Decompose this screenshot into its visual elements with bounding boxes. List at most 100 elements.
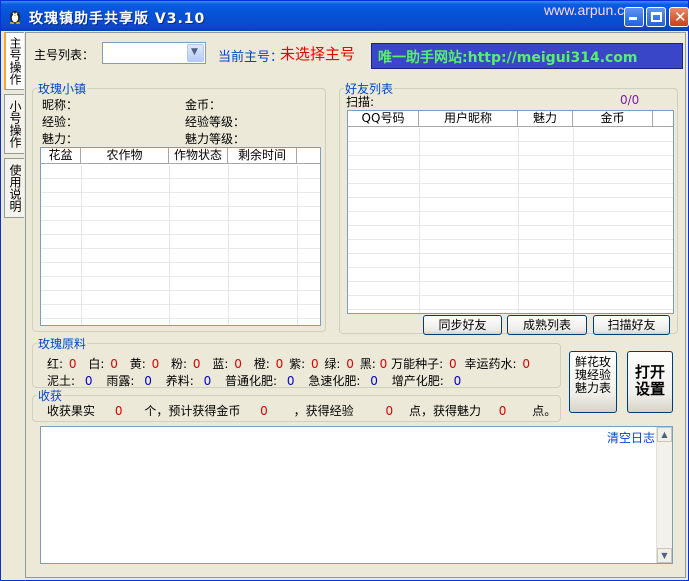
- column-header-status[interactable]: 作物状态: [169, 148, 228, 163]
- scroll-down-button[interactable]: ▼: [657, 548, 672, 563]
- maximize-icon: [651, 12, 662, 22]
- material-purple-label: 紫:: [289, 357, 306, 371]
- log-scrollbar[interactable]: ▲ ▼: [656, 427, 672, 563]
- material-red-label: 红:: [47, 357, 64, 371]
- open-settings-button[interactable]: 打开设置: [627, 351, 673, 413]
- rapid-fertilizer-value: 0: [370, 374, 378, 388]
- scan-label: 扫描:: [346, 95, 375, 109]
- scan-friends-button[interactable]: 扫描好友: [593, 315, 670, 335]
- tab-instructions[interactable]: 使用说明: [4, 158, 24, 218]
- material-red-value: 0: [68, 357, 77, 371]
- tab-sub-account-label: 小号操作: [8, 100, 22, 148]
- current-main-label: 当前主号：: [218, 50, 284, 65]
- column-header-charm[interactable]: 魅力: [518, 111, 573, 126]
- universal-seed-value: 0: [448, 357, 457, 371]
- material-pink-value: 0: [192, 357, 201, 371]
- material-blue-value: 0: [234, 357, 242, 371]
- crop-table-header: 花盆 农作物 作物状态 剩余时间: [41, 148, 320, 164]
- material-black-label: 黑:: [359, 357, 376, 371]
- column-header-remaining-time[interactable]: 剩余时间: [228, 148, 297, 163]
- lucky-potion-label: 幸运药水:: [464, 357, 517, 371]
- app-window: 玫瑰镇助手共享版 V3.10 www.arpun.com ✕ 主号操作 小号操作…: [0, 0, 689, 581]
- yield-fertilizer-label: 增产化肥:: [391, 374, 444, 388]
- rose-materials-legend: 玫瑰原料: [38, 337, 87, 351]
- yield-fertilizer-value: 0: [453, 374, 462, 388]
- nickname-label: 昵称：: [42, 98, 79, 112]
- chevron-down-icon: ▼: [191, 47, 198, 57]
- minimize-icon: [629, 17, 637, 20]
- gold-label: 金币：: [185, 98, 222, 112]
- material-orange-label: 橙:: [253, 357, 270, 371]
- scan-count: 0/0: [620, 93, 640, 107]
- harvest-charm-label: 点，获得魅力: [408, 404, 481, 418]
- universal-seed-label: 万能种子:: [391, 357, 444, 371]
- material-blue-label: 蓝:: [212, 357, 229, 371]
- material-green-value: 0: [346, 357, 354, 371]
- penguin-icon: [9, 11, 21, 24]
- charm-label: 魅力：: [42, 132, 79, 146]
- tab-main-account-label: 主号操作: [8, 37, 22, 85]
- material-orange-value: 0: [275, 357, 284, 371]
- harvest-exp-label: ，获得经验: [293, 404, 354, 418]
- crop-table[interactable]: 花盆 农作物 作物状态 剩余时间: [40, 147, 321, 326]
- rain-dew-value: 0: [144, 374, 152, 388]
- chevron-up-icon: ▲: [661, 430, 668, 439]
- close-icon: ✕: [674, 8, 687, 26]
- account-select[interactable]: ▼: [102, 42, 206, 64]
- harvest-gold-label: 个，预计获得金币: [144, 404, 241, 418]
- log-textarea[interactable]: 清空日志 ▲ ▼: [40, 426, 673, 564]
- mature-list-button[interactable]: 成熟列表: [507, 315, 587, 335]
- main-panel: 主号列表： ▼ 当前主号： 未选择主号 唯一助手网站:http://meigui…: [25, 32, 686, 578]
- tab-sub-account[interactable]: 小号操作: [4, 94, 24, 154]
- material-green-label: 绿:: [324, 357, 341, 371]
- soil-value: 0: [84, 374, 93, 388]
- material-purple-value: 0: [310, 357, 319, 371]
- material-pink-label: 粉:: [171, 357, 188, 371]
- normal-fertilizer-label: 普通化肥:: [225, 374, 278, 388]
- rose-town-legend: 玫瑰小镇: [38, 82, 87, 96]
- close-button[interactable]: ✕: [669, 7, 689, 27]
- soil-label: 泥土:: [47, 374, 76, 388]
- friend-table[interactable]: QQ号码 用户昵称 魅力 金币: [347, 110, 674, 314]
- nutrient-value: 0: [203, 374, 212, 388]
- harvest-points-suffix: 点。: [532, 404, 557, 418]
- rain-dew-label: 雨露:: [106, 374, 135, 388]
- website-banner[interactable]: 唯一助手网站:http://meigui314.com: [371, 43, 683, 69]
- column-header-pot[interactable]: 花盆: [41, 148, 81, 163]
- column-header-qq[interactable]: QQ号码: [348, 111, 419, 126]
- current-main-value: 未选择主号: [280, 45, 356, 63]
- friend-table-header: QQ号码 用户昵称 魅力 金币: [348, 111, 673, 127]
- maximize-button[interactable]: [646, 7, 666, 27]
- harvest-charm-value: 0: [498, 404, 507, 418]
- material-white-value: 0: [110, 357, 118, 371]
- column-header-nickname[interactable]: 用户昵称: [419, 111, 518, 126]
- material-white-label: 白:: [88, 357, 105, 371]
- material-yellow-value: 0: [151, 357, 160, 371]
- tab-main-account[interactable]: 主号操作: [4, 32, 24, 90]
- minimize-button[interactable]: [624, 7, 644, 27]
- account-list-label: 主号列表：: [34, 48, 95, 62]
- exp-label: 经验：: [42, 115, 79, 129]
- normal-fertilizer-value: 0: [286, 374, 295, 388]
- sync-friends-button[interactable]: 同步好友: [423, 315, 502, 335]
- open-settings-label: 打开设置: [634, 363, 665, 398]
- title-bar[interactable]: 玫瑰镇助手共享版 V3.10 www.arpun.com ✕: [1, 1, 689, 31]
- harvest-exp-value: 0: [385, 404, 394, 418]
- harvest-fruit-count: 0: [114, 404, 123, 418]
- column-header-crop[interactable]: 农作物: [81, 148, 169, 163]
- account-select-dropdown-button[interactable]: ▼: [187, 44, 204, 62]
- column-header-gold[interactable]: 金币: [573, 111, 653, 126]
- harvest-gold-value: 0: [260, 404, 268, 418]
- exp-level-label: 经验等级：: [185, 115, 246, 129]
- window-title: 玫瑰镇助手共享版 V3.10: [29, 11, 206, 27]
- harvest-summary: 收获果实 0 个，预计获得金币 0 ，获得经验 0 点，获得魅力 0 点。: [47, 402, 556, 419]
- tab-instructions-label: 使用说明: [8, 164, 22, 212]
- clear-log-link[interactable]: 清空日志: [607, 429, 655, 446]
- nutrient-label: 养料:: [165, 374, 194, 388]
- website-banner-text: 唯一助手网站:http://meigui314.com: [378, 50, 638, 66]
- harvest-fruit-label: 收获果实: [47, 404, 96, 418]
- rose-charm-table-label: 鲜花玫瑰经验魅力表: [574, 355, 611, 395]
- rose-charm-table-button[interactable]: 鲜花玫瑰经验魅力表: [569, 351, 617, 413]
- material-yellow-label: 黄:: [129, 357, 146, 371]
- scroll-up-button[interactable]: ▲: [657, 427, 672, 442]
